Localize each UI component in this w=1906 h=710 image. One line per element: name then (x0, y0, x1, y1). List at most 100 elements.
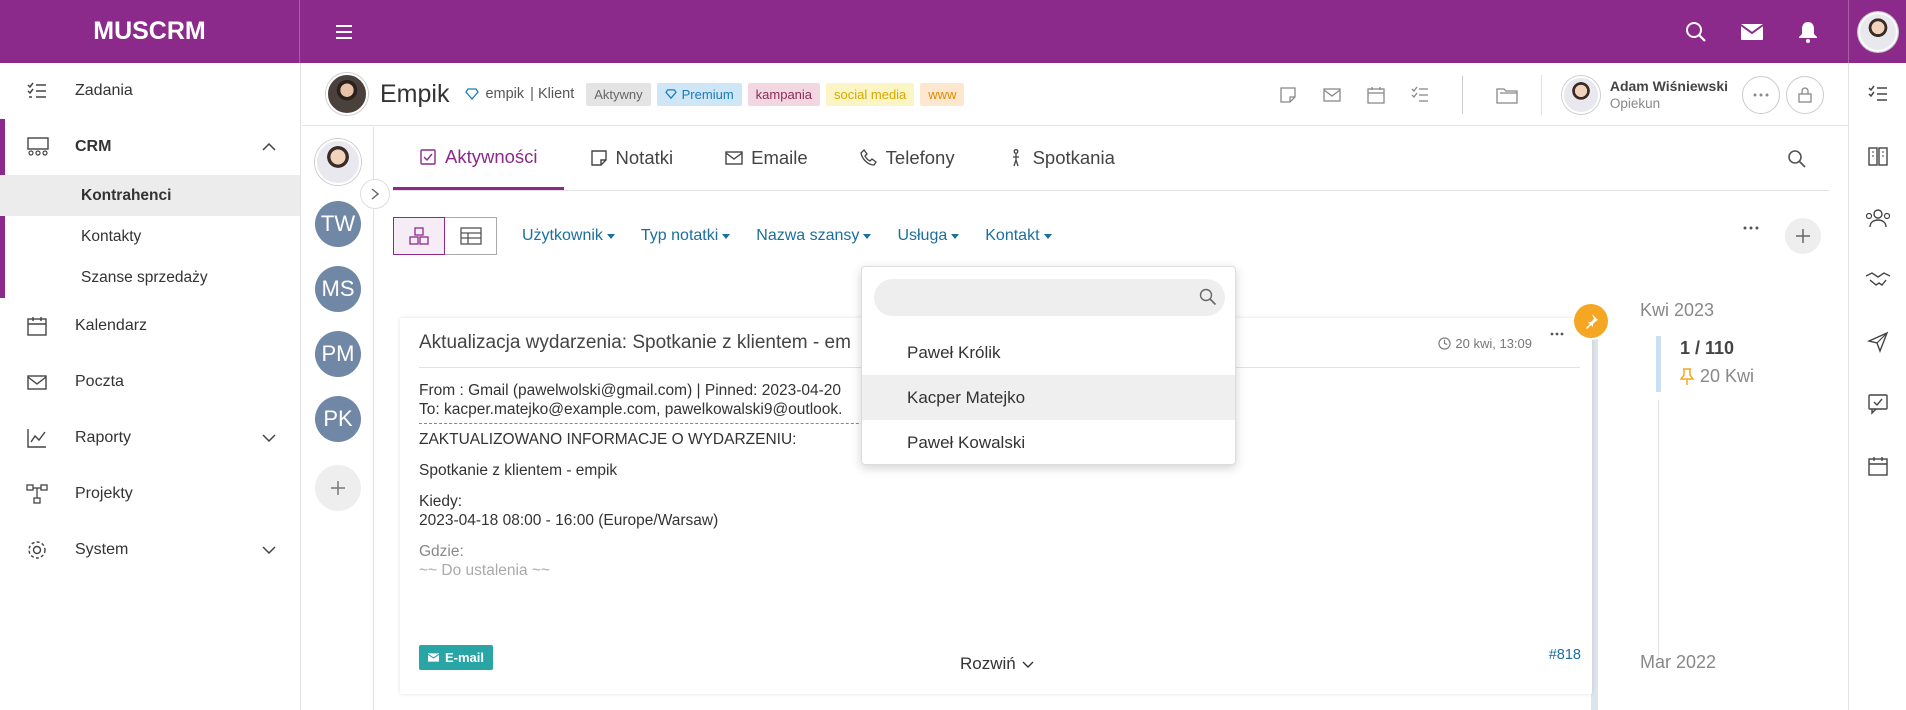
envelope-icon[interactable] (1322, 85, 1342, 105)
search-icon[interactable] (1199, 288, 1217, 306)
filter-typ-notatki[interactable]: Typ notatki (641, 227, 731, 245)
sidebar-item-crm[interactable]: CRM (5, 119, 300, 175)
sidebar-item-raporty[interactable]: Raporty (0, 410, 300, 466)
view-toggle-cards[interactable] (393, 217, 445, 255)
card-scroll-track (1591, 338, 1598, 710)
lock-button[interactable] (1786, 75, 1824, 114)
sidebar-item-projekty[interactable]: Projekty (0, 466, 300, 522)
diamond-icon (465, 88, 480, 100)
dropdown-option[interactable]: Kacper Matejko (862, 375, 1235, 420)
calendar-icon[interactable] (1849, 435, 1906, 497)
sidebar-item-zadania[interactable]: Zadania (0, 63, 300, 119)
folder-icon[interactable] (1495, 85, 1519, 105)
client-name[interactable]: empik (485, 86, 524, 102)
card-date-text: 20 kwi, 13:09 (1455, 336, 1532, 351)
mail-icon (26, 371, 48, 393)
diamond-icon (664, 89, 677, 99)
sidebar-item-kalendarz[interactable]: Kalendarz (0, 298, 300, 354)
sidebar-subitem-kontakty[interactable]: Kontakty (5, 216, 300, 257)
app-logo[interactable]: MUSCRM (0, 0, 300, 63)
contact-initials[interactable]: MS (315, 266, 361, 312)
users-icon[interactable] (1849, 187, 1906, 249)
company-header: Empik empik | Klient Aktywny Premium kam… (302, 63, 1848, 126)
tasks-icon[interactable] (1410, 85, 1430, 105)
client-type: | Klient (530, 86, 575, 102)
card-id-link[interactable]: #818 (1549, 647, 1581, 663)
dropdown-option[interactable]: Paweł Kowalski (862, 420, 1235, 465)
timeline-pinned[interactable]: 20 Kwi (1680, 366, 1754, 387)
sidebar-item-label: Zadania (75, 82, 133, 99)
chevron-down-icon[interactable] (262, 546, 276, 554)
sidebar-item-label: System (75, 541, 129, 558)
dropdown-search-input[interactable] (874, 279, 1225, 316)
sidebar-subitem-szanse[interactable]: Szanse sprzedaży (5, 257, 300, 298)
add-contact-button[interactable] (315, 465, 361, 511)
contacts-column: TW MS PM PK (302, 127, 390, 710)
calendar-icon[interactable] (1366, 85, 1386, 105)
expand-button[interactable]: Rozwiń (960, 654, 1034, 674)
pin-icon[interactable] (1574, 304, 1608, 338)
view-toggle-table[interactable] (445, 217, 497, 255)
tab-emaile[interactable]: Emaile (699, 126, 834, 190)
search-icon[interactable] (1787, 149, 1807, 169)
tab-notatki[interactable]: Notatki (564, 126, 700, 190)
filter-label: Kontakt (985, 227, 1040, 244)
projects-icon (26, 483, 48, 505)
tab-label: Spotkania (1032, 147, 1115, 168)
card-menu-icon[interactable] (1550, 332, 1564, 336)
chevron-down-icon[interactable] (262, 434, 276, 442)
calendar-icon (26, 315, 48, 337)
sidebar-item-poczta[interactable]: Poczta (0, 354, 300, 410)
chevron-up-icon[interactable] (262, 143, 276, 151)
contact-initials[interactable]: TW (315, 201, 361, 247)
caret-down-icon (606, 233, 615, 239)
tag-aktywny: Aktywny (586, 82, 651, 106)
add-activity-button[interactable] (1785, 218, 1821, 254)
bell-icon[interactable] (1794, 18, 1822, 46)
chat-check-icon[interactable] (1849, 373, 1906, 435)
dropdown-option[interactable]: Paweł Królik (862, 330, 1235, 375)
email-when-value: 2023-04-18 08:00 - 16:00 (Europe/Warsaw) (419, 512, 719, 529)
contact-avatar[interactable] (315, 139, 361, 185)
send-icon[interactable] (1849, 311, 1906, 373)
envelope-icon[interactable] (1738, 18, 1766, 46)
sidebar-subitem-kontrahenci[interactable]: Kontrahenci (0, 175, 300, 216)
tab-spotkania[interactable]: Spotkania (981, 126, 1141, 190)
contact-initials[interactable]: PM (315, 331, 361, 377)
email-from: From : Gmail (pawelwolski@gmail.com) | P… (419, 382, 842, 399)
more-button[interactable] (1742, 75, 1780, 114)
filter-uzytkownik[interactable]: Użytkownik (522, 227, 615, 245)
timeline-month[interactable]: Mar 2022 (1640, 652, 1716, 673)
timeline-month[interactable]: Kwi 2023 (1640, 300, 1714, 321)
plus-icon (1796, 229, 1810, 243)
hamburger-menu-icon[interactable] (336, 24, 356, 40)
sidebar-item-label: Raporty (75, 429, 132, 446)
company-avatar[interactable] (326, 73, 368, 115)
tab-telefony[interactable]: Telefony (834, 126, 981, 190)
tasks-icon[interactable] (1849, 63, 1906, 125)
expand-panel-button[interactable] (360, 179, 390, 209)
filter-usluga[interactable]: Usługa (897, 227, 960, 245)
filter-label: Użytkownik (522, 227, 603, 244)
owner-info[interactable]: Adam Wiśniewski Opiekun (1561, 75, 1728, 114)
card-date: 20 kwi, 13:09 (1438, 336, 1532, 351)
email-event: Spotkanie z klientem - empik (419, 462, 618, 479)
handshake-icon[interactable] (1849, 249, 1906, 311)
filter-kontakt[interactable]: Kontakt (985, 227, 1052, 245)
contact-initials[interactable]: PK (315, 396, 361, 442)
check-square-icon (420, 148, 436, 165)
search-icon[interactable] (1682, 18, 1710, 46)
user-avatar[interactable] (1857, 11, 1898, 52)
more-options-icon[interactable] (1743, 226, 1759, 230)
note-icon[interactable] (1278, 85, 1298, 105)
card-title[interactable]: Aktualizacja wydarzenia: Spotkanie z kli… (419, 332, 851, 354)
tab-aktywnosci[interactable]: Aktywności (393, 126, 564, 190)
sidebar-item-system[interactable]: System (0, 522, 300, 578)
filter-nazwa-szansy[interactable]: Nazwa szansy (756, 227, 872, 245)
timeline-pinned-date: 20 Kwi (1700, 366, 1755, 386)
caret-down-icon (863, 233, 872, 239)
building-icon[interactable] (1849, 125, 1906, 187)
email-update: ZAKTUALIZOWANO INFORMACJE O WYDARZENIU: (419, 431, 797, 448)
email-where-value: ~~ Do ustalenia ~~ (419, 562, 550, 579)
top-bar: MUSCRM (0, 0, 1906, 63)
